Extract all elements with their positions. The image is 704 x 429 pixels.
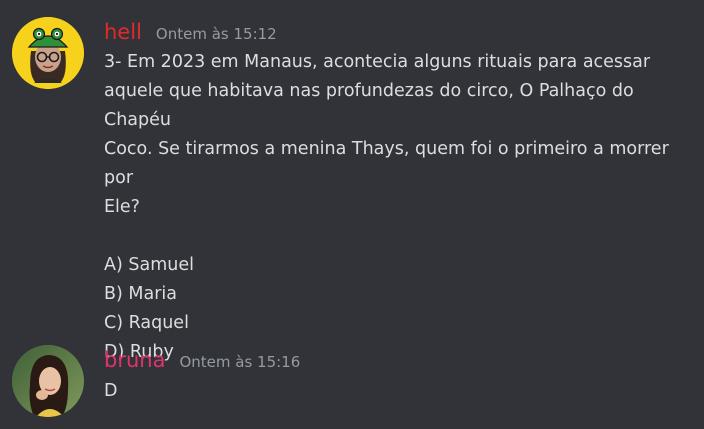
timestamp[interactable]: Ontem às 15:16 xyxy=(179,353,300,371)
timestamp[interactable]: Ontem às 15:12 xyxy=(156,25,277,43)
message-line: Coco. Se tirarmos a menina Thays, quem f… xyxy=(104,139,669,188)
author-name[interactable]: bruna xyxy=(104,348,165,372)
message-header: hell Ontem às 15:12 xyxy=(104,20,277,44)
message: bruna Ontem às 15:16 D xyxy=(0,330,704,429)
message: hell Ontem às 15:12 3- Em 2023 em Manaus… xyxy=(0,0,704,362)
option-b: B) Maria xyxy=(104,284,177,304)
avatar[interactable] xyxy=(12,345,84,417)
avatar[interactable] xyxy=(12,17,84,89)
message-line: 3- Em 2023 em Manaus, acontecia alguns r… xyxy=(104,52,651,72)
message-header: bruna Ontem às 15:16 xyxy=(104,348,300,372)
message-line: aquele que habitava nas profundezas do c… xyxy=(104,81,634,130)
author-name[interactable]: hell xyxy=(104,20,142,44)
message-content: 3- Em 2023 em Manaus, acontecia alguns r… xyxy=(104,48,694,367)
option-a: A) Samuel xyxy=(104,255,194,275)
message-content: D xyxy=(104,377,694,406)
message-line: D xyxy=(104,381,118,401)
message-line: Ele? xyxy=(104,197,140,217)
